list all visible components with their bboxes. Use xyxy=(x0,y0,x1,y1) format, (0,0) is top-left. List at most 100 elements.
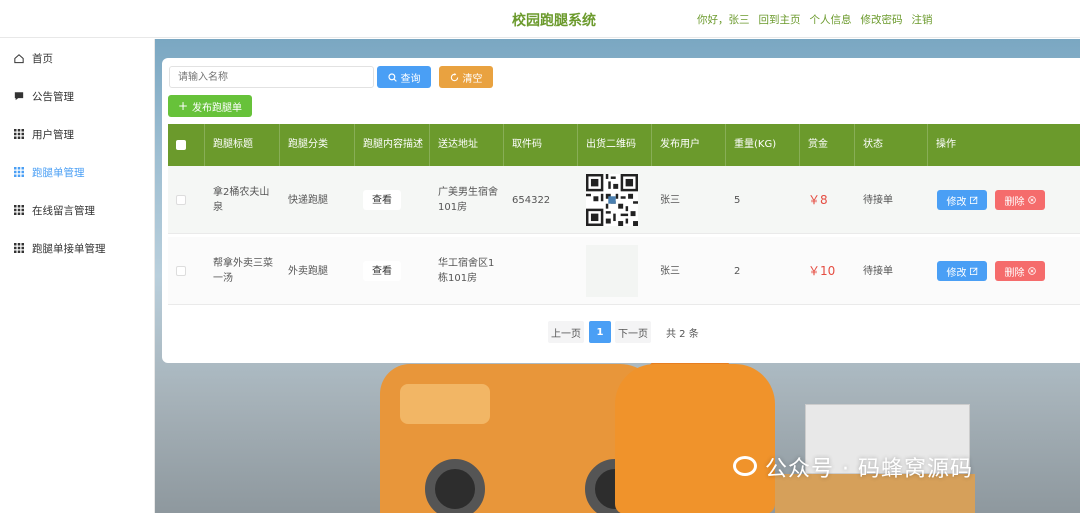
errand-category: 外卖跑腿 xyxy=(288,265,328,277)
delete-button-label: 删除 xyxy=(1004,267,1025,279)
sidebar-item-label: 公告管理 xyxy=(32,90,74,103)
weight-value: 2 xyxy=(734,265,741,277)
sidebar-item-messages[interactable]: 在线留言管理 xyxy=(14,200,95,220)
top-links: 你好，张三 回到主页 个人信息 修改密码 注销 xyxy=(697,12,933,27)
row-checkbox[interactable] xyxy=(176,195,186,205)
column-header: 重量(KG) xyxy=(726,124,800,166)
profile-link[interactable]: 个人信息 xyxy=(810,12,852,27)
reward-value: ￥10 xyxy=(808,263,836,278)
column-header: 送达地址 xyxy=(430,124,504,166)
reward-value: ￥8 xyxy=(808,192,828,207)
close-circle-icon xyxy=(1027,267,1036,275)
column-header: 发布用户 xyxy=(652,124,726,166)
edit-button-label: 修改 xyxy=(946,267,967,279)
delete-button[interactable]: 删除 xyxy=(995,261,1045,281)
logout-link[interactable]: 注销 xyxy=(912,12,933,27)
select-all-checkbox[interactable] xyxy=(176,140,186,150)
publish-errand-button[interactable]: + 发布跑腿单 xyxy=(168,95,252,117)
total-count: 共 2 条 xyxy=(666,328,699,340)
van-window xyxy=(400,384,490,424)
qr-code-placeholder xyxy=(586,245,638,297)
edit-button[interactable]: 修改 xyxy=(937,190,987,210)
errand-category: 快递跑腿 xyxy=(288,194,328,206)
table-row: 帮拿外卖三菜一汤 外卖跑腿 查看 华工宿舍区1栋101房 张三 2 ￥10 待接… xyxy=(168,237,1080,305)
site-title: 校园跑腿系统 xyxy=(512,13,596,29)
delete-button-label: 删除 xyxy=(1004,196,1025,208)
qr-code-image xyxy=(586,174,638,226)
courier-illustration xyxy=(615,364,775,513)
next-page-button[interactable]: 下一页 xyxy=(615,321,651,343)
greeting-text: 你好，张三 xyxy=(697,14,750,26)
desc-cell: 查看 xyxy=(355,237,430,305)
view-description-button[interactable]: 查看 xyxy=(363,261,401,281)
search-icon xyxy=(387,72,397,82)
close-circle-icon xyxy=(1027,196,1036,204)
column-header: 跑腿标题 xyxy=(205,124,280,166)
desc-cell: 查看 xyxy=(355,166,430,234)
pickup-code xyxy=(504,237,578,305)
delivery-address: 广美男生宿舍101房 xyxy=(438,187,498,213)
column-header: 取件码 xyxy=(504,124,578,166)
home-icon xyxy=(14,53,24,63)
publisher-user: 张三 xyxy=(660,194,680,206)
errand-title: 帮拿外卖三菜一汤 xyxy=(213,258,273,284)
select-all-cell xyxy=(168,124,205,166)
refresh-icon xyxy=(450,72,458,81)
publish-button-label: 发布跑腿单 xyxy=(192,102,243,114)
grid-icon xyxy=(14,167,24,177)
sidebar: 首页 公告管理 用户管理 跑腿单管理 在线留言管理 跑腿单接单管理 xyxy=(0,39,155,513)
sidebar-item-label: 跑腿单接单管理 xyxy=(32,242,106,255)
table-row: 拿2桶农夫山泉 快递跑腿 查看 广美男生宿舍101房 654322 张三 5 ￥… xyxy=(168,166,1080,234)
clear-button-label: 清空 xyxy=(462,73,483,85)
home-link[interactable]: 回到主页 xyxy=(759,12,801,27)
sidebar-item-errands[interactable]: 跑腿单管理 xyxy=(14,162,85,182)
edit-icon xyxy=(969,267,978,275)
grid-icon xyxy=(14,129,24,139)
row-checkbox-cell xyxy=(168,166,205,234)
chat-icon xyxy=(14,91,24,101)
wechat-icon xyxy=(733,456,757,476)
column-header: 操作 xyxy=(936,139,956,150)
search-button-label: 查询 xyxy=(400,73,421,85)
sidebar-item-label: 首页 xyxy=(32,52,53,65)
status-text: 待接单 xyxy=(863,194,893,206)
sidebar-item-label: 在线留言管理 xyxy=(32,204,95,217)
delete-button[interactable]: 删除 xyxy=(995,190,1045,210)
watermark-text: 公众号 · 码蜂窝源码 xyxy=(765,457,973,482)
table-header: 跑腿标题 跑腿分类 跑腿内容描述 送达地址 取件码 出货二维码 发布用户 重量(… xyxy=(168,124,1080,166)
row-checkbox[interactable] xyxy=(176,266,186,276)
sidebar-item-announcements[interactable]: 公告管理 xyxy=(14,86,74,106)
page-number-button[interactable]: 1 xyxy=(589,321,611,343)
column-header: 出货二维码 xyxy=(578,124,652,166)
column-header: 跑腿分类 xyxy=(280,124,355,166)
grid-icon xyxy=(14,205,24,215)
column-header: 状态 xyxy=(855,124,928,166)
change-password-link[interactable]: 修改密码 xyxy=(861,12,903,27)
status-text: 待接单 xyxy=(863,265,893,277)
sidebar-item-orders[interactable]: 跑腿单接单管理 xyxy=(14,238,106,258)
van-wheel xyxy=(425,459,485,513)
search-input[interactable] xyxy=(169,66,374,88)
grid-icon xyxy=(14,243,24,253)
column-header: 跑腿内容描述 xyxy=(355,124,430,166)
search-button[interactable]: 查询 xyxy=(377,66,431,88)
top-header: 校园跑腿系统 你好，张三 回到主页 个人信息 修改密码 注销 xyxy=(0,0,1080,38)
edit-button-label: 修改 xyxy=(946,196,967,208)
qr-cell xyxy=(578,237,652,305)
row-checkbox-cell xyxy=(168,237,205,305)
edit-button[interactable]: 修改 xyxy=(937,261,987,281)
prev-page-button[interactable]: 上一页 xyxy=(548,321,584,343)
column-header: 赏金 xyxy=(800,124,855,166)
weight-value: 5 xyxy=(734,194,741,206)
sidebar-item-users[interactable]: 用户管理 xyxy=(14,124,74,144)
pickup-code: 654322 xyxy=(512,194,551,206)
qr-cell xyxy=(578,166,652,234)
view-description-button[interactable]: 查看 xyxy=(363,190,401,210)
clear-button[interactable]: 清空 xyxy=(439,66,493,88)
delivery-address: 华工宿舍区1栋101房 xyxy=(438,258,495,284)
plus-icon: + xyxy=(177,99,189,113)
sidebar-item-label: 用户管理 xyxy=(32,128,74,141)
sidebar-item-home[interactable]: 首页 xyxy=(14,48,53,68)
errand-title: 拿2桶农夫山泉 xyxy=(213,187,270,213)
edit-icon xyxy=(969,196,978,204)
